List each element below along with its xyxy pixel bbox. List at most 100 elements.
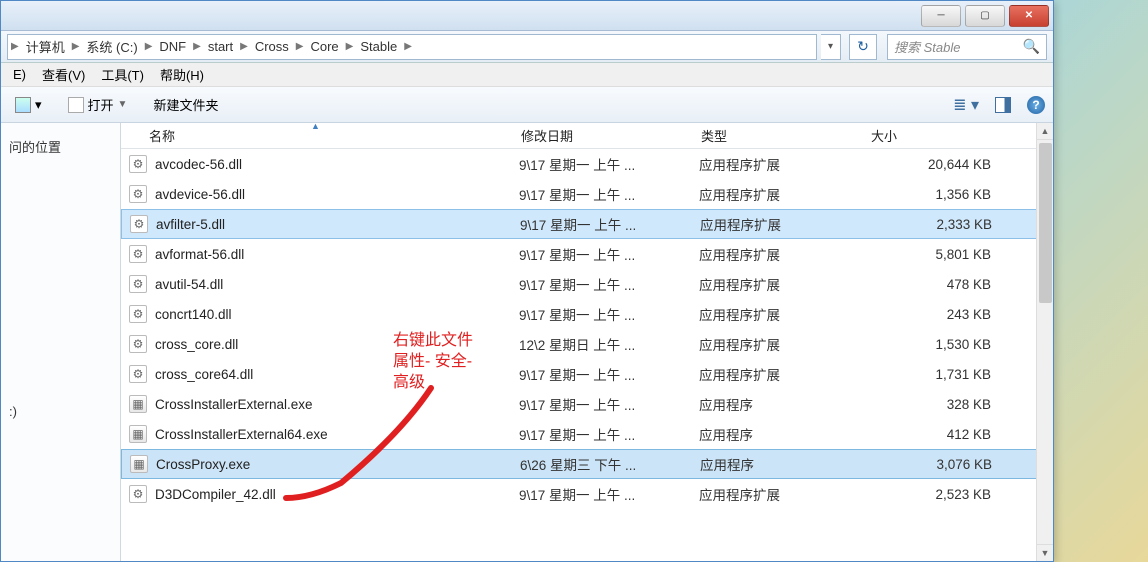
file-size: 1,356 KB [869, 187, 1001, 202]
chevron-right-icon[interactable]: ▶ [293, 41, 307, 52]
breadcrumb-item[interactable]: Core [306, 39, 342, 54]
file-name: cross_core.dll [153, 337, 519, 352]
menu-item[interactable]: 查看(V) [34, 63, 93, 86]
file-name: CrossInstallerExternal.exe [153, 397, 519, 412]
open-button[interactable]: 打开 ▼ [62, 92, 134, 117]
chevron-right-icon[interactable]: ▶ [8, 41, 22, 52]
dll-icon: ⚙ [129, 275, 147, 293]
file-name: avfilter-5.dll [154, 217, 520, 232]
file-type: 应用程序 [700, 454, 870, 474]
menu-item[interactable]: 帮助(H) [152, 63, 212, 86]
file-date: 9\17 星期一 上午 ... [519, 274, 699, 294]
file-row[interactable]: ▦CrossProxy.exe6\26 星期三 下午 ...应用程序3,076 … [121, 449, 1053, 479]
file-size: 328 KB [869, 397, 1001, 412]
chevron-right-icon[interactable]: ▶ [401, 41, 415, 52]
column-name[interactable]: ▲ 名称 [121, 123, 511, 148]
breadcrumb-item[interactable]: DNF [155, 39, 190, 54]
file-date: 9\17 星期一 上午 ... [519, 154, 699, 174]
breadcrumb-item[interactable]: start [204, 39, 237, 54]
scroll-thumb[interactable] [1039, 143, 1052, 303]
file-row[interactable]: ⚙D3DCompiler_42.dll9\17 星期一 上午 ...应用程序扩展… [121, 479, 1053, 509]
view-options-button[interactable]: ≣ ▾ [953, 95, 979, 115]
file-type: 应用程序扩展 [699, 244, 869, 264]
file-row[interactable]: ⚙cross_core.dll12\2 星期日 上午 ...应用程序扩展1,53… [121, 329, 1053, 359]
new-folder-button[interactable]: 新建文件夹 [147, 92, 224, 117]
file-size: 243 KB [869, 307, 1001, 322]
file-type: 应用程序 [699, 424, 869, 444]
file-row[interactable]: ⚙ concrt140.dll9\17 星期一 上午 ...应用程序扩展243 K… [121, 299, 1053, 329]
breadcrumb-dropdown[interactable]: ▾ [821, 34, 841, 60]
file-type: 应用程序扩展 [699, 484, 869, 504]
menu-item[interactable]: 工具(T) [93, 63, 152, 86]
file-name: avdevice-56.dll [153, 187, 519, 202]
file-date: 9\17 星期一 上午 ... [519, 304, 699, 324]
search-placeholder: 搜索 Stable [894, 37, 960, 56]
title-bar[interactable]: ─ ▢ ✕ [1, 1, 1053, 31]
file-name: avutil-54.dll [153, 277, 519, 292]
file-type: 应用程序扩展 [700, 214, 870, 234]
search-input[interactable]: 搜索 Stable 🔍 [887, 34, 1047, 60]
search-icon[interactable]: 🔍 [1023, 38, 1040, 55]
refresh-button[interactable]: ↻ [849, 34, 877, 60]
file-list-pane: ▲ 名称 修改日期 类型 大小 ⚙avcodec-56.dll9\17 星期一 … [121, 123, 1053, 561]
breadcrumb-item[interactable]: 系统 (C:) [82, 37, 141, 56]
navigation-pane[interactable]: 问的位置 :) [1, 123, 121, 561]
column-date[interactable]: 修改日期 [511, 123, 691, 148]
minimize-button[interactable]: ─ [921, 5, 961, 27]
file-name: concrt140.dll [153, 307, 519, 322]
dll-icon: ⚙ [129, 305, 147, 323]
file-name: D3DCompiler_42.dll [153, 487, 519, 502]
breadcrumb-item[interactable]: Stable [356, 39, 401, 54]
scroll-up-button[interactable]: ▲ [1037, 123, 1053, 140]
organize-button[interactable]: ▾ [9, 94, 48, 116]
file-date: 9\17 星期一 上午 ... [519, 424, 699, 444]
file-type: 应用程序扩展 [699, 304, 869, 324]
chevron-right-icon[interactable]: ▶ [190, 41, 204, 52]
file-size: 20,644 KB [869, 157, 1001, 172]
file-row[interactable]: ⚙avutil-54.dll9\17 星期一 上午 ...应用程序扩展478 K… [121, 269, 1053, 299]
breadcrumb-item[interactable]: 计算机 [22, 37, 69, 56]
vertical-scrollbar[interactable]: ▲ ▼ [1036, 123, 1053, 561]
exe-icon: ▦ [129, 395, 147, 413]
file-type: 应用程序扩展 [699, 364, 869, 384]
file-size: 1,530 KB [869, 337, 1001, 352]
chevron-right-icon[interactable]: ▶ [237, 41, 251, 52]
sidebar-recent-places[interactable]: 问的位置 [7, 133, 114, 160]
sidebar-item[interactable]: :) [7, 400, 114, 423]
menu-item[interactable]: E) [5, 65, 34, 84]
file-size: 2,523 KB [869, 487, 1001, 502]
chevron-right-icon[interactable]: ▶ [69, 41, 83, 52]
breadcrumb-item[interactable]: Cross [251, 39, 293, 54]
file-size: 412 KB [869, 427, 1001, 442]
file-row[interactable]: ⚙avdevice-56.dll9\17 星期一 上午 ...应用程序扩展1,3… [121, 179, 1053, 209]
breadcrumb[interactable]: ▶计算机▶系统 (C:)▶DNF▶start▶Cross▶Core▶Stable… [7, 34, 817, 60]
column-type[interactable]: 类型 [691, 123, 861, 148]
scroll-down-button[interactable]: ▼ [1037, 544, 1053, 561]
file-row[interactable]: ⚙avformat-56.dll9\17 星期一 上午 ...应用程序扩展5,8… [121, 239, 1053, 269]
file-row[interactable]: ⚙cross_core64.dll9\17 星期一 上午 ...应用程序扩展1,… [121, 359, 1053, 389]
column-size[interactable]: 大小 [861, 123, 1011, 148]
window-icon [15, 97, 31, 113]
file-rows: ⚙avcodec-56.dll9\17 星期一 上午 ...应用程序扩展20,6… [121, 149, 1053, 509]
file-row[interactable]: ⚙avcodec-56.dll9\17 星期一 上午 ...应用程序扩展20,6… [121, 149, 1053, 179]
dll-icon: ⚙ [129, 365, 147, 383]
file-name: cross_core64.dll [153, 367, 519, 382]
content-area: 问的位置 :) ▲ 名称 修改日期 类型 大小 ⚙avcodec-56.dll9… [1, 123, 1053, 561]
column-headers: ▲ 名称 修改日期 类型 大小 [121, 123, 1053, 149]
maximize-button[interactable]: ▢ [965, 5, 1005, 27]
menu-bar: E)查看(V)工具(T)帮助(H) [1, 63, 1053, 87]
chevron-right-icon[interactable]: ▶ [343, 41, 357, 52]
chevron-right-icon[interactable]: ▶ [142, 41, 156, 52]
file-row[interactable]: ▦CrossInstallerExternal.exe9\17 星期一 上午 .… [121, 389, 1053, 419]
file-type: 应用程序扩展 [699, 184, 869, 204]
file-date: 9\17 星期一 上午 ... [519, 484, 699, 504]
close-button[interactable]: ✕ [1009, 5, 1049, 27]
help-button[interactable]: ? [1027, 96, 1045, 114]
app-icon [68, 97, 84, 113]
file-date: 9\17 星期一 上午 ... [519, 364, 699, 384]
file-row[interactable]: ⚙avfilter-5.dll9\17 星期一 上午 ...应用程序扩展2,33… [121, 209, 1053, 239]
file-row[interactable]: ▦CrossInstallerExternal64.exe9\17 星期一 上午… [121, 419, 1053, 449]
file-type: 应用程序扩展 [699, 334, 869, 354]
file-type: 应用程序 [699, 394, 869, 414]
preview-pane-button[interactable] [995, 97, 1011, 113]
